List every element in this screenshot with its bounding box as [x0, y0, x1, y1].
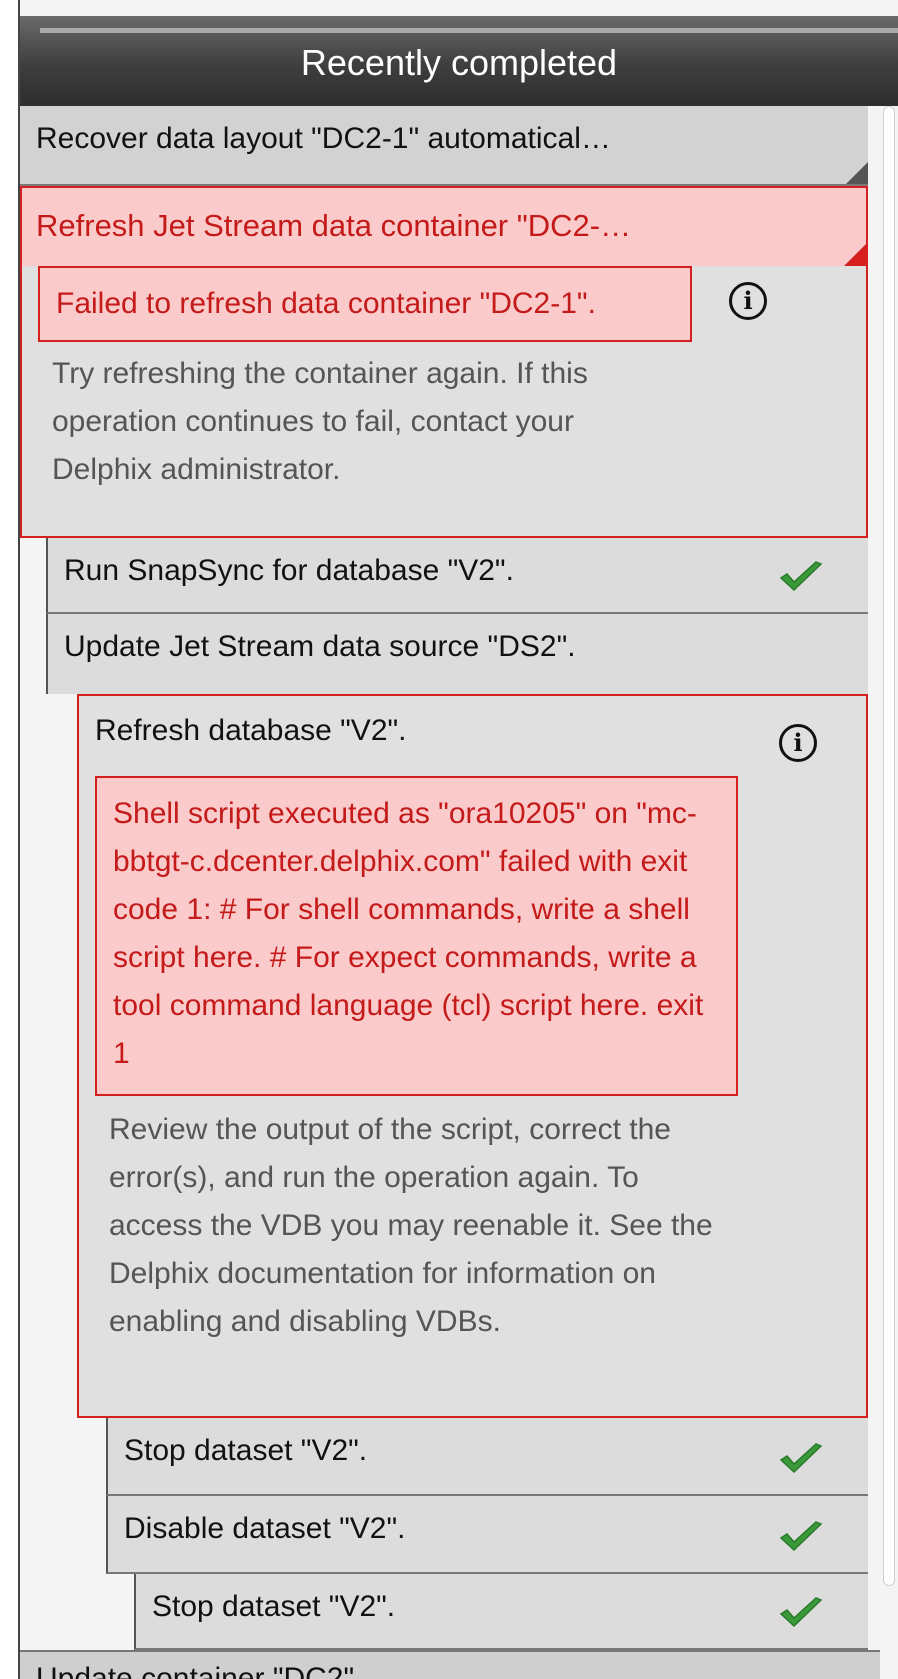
step-row[interactable]: Disable dataset "V2". [106, 1496, 868, 1574]
job-item-recover[interactable]: Recover data layout "DC2-1" automatical… [20, 106, 868, 186]
error-message: Failed to refresh data container "DC2-1"… [38, 266, 692, 342]
step-title: Refresh database "V2". [95, 714, 407, 747]
outer-border [0, 0, 19, 1679]
step-error-details: Refresh database "V2". i Shell script ex… [77, 694, 868, 1418]
scrollbar[interactable] [880, 106, 898, 1586]
check-icon [779, 1443, 823, 1474]
info-icon[interactable]: i [729, 282, 767, 320]
job-label: Refresh Jet Stream data container "DC2-… [36, 208, 632, 243]
step-label: Stop dataset "V2". [152, 1590, 396, 1623]
job-label: Update container "DC2". [36, 1662, 363, 1679]
check-icon [779, 1597, 823, 1628]
job-error-details: Failed to refresh data container "DC2-1"… [20, 266, 868, 538]
step-label: Update Jet Stream data source "DS2". [64, 630, 576, 663]
step-row[interactable]: Stop dataset "V2". [134, 1574, 868, 1650]
collapse-corner-icon [844, 244, 866, 266]
job-item-update-container[interactable]: Update container "DC2". [20, 1650, 880, 1679]
check-icon [779, 561, 823, 592]
step-row[interactable]: Stop dataset "V2". [106, 1418, 868, 1496]
step-label: Run SnapSync for database "V2". [64, 554, 514, 587]
step-label: Stop dataset "V2". [124, 1434, 368, 1467]
panel-header: Recently completed [20, 16, 898, 106]
error-help-text: Review the output of the script, correct… [109, 1113, 713, 1338]
check-icon [779, 1521, 823, 1552]
job-label: Recover data layout "DC2-1" automatical… [36, 122, 611, 155]
error-message: Shell script executed as "ora10205" on "… [95, 776, 738, 1096]
step-row[interactable]: Run SnapSync for database "V2". [46, 538, 868, 614]
header-divider [40, 28, 898, 33]
job-item-refresh-failed[interactable]: Refresh Jet Stream data container "DC2-… [20, 186, 868, 268]
step-label: Disable dataset "V2". [124, 1512, 406, 1545]
error-help-text: Try refreshing the container again. If t… [52, 357, 588, 486]
info-icon[interactable]: i [779, 724, 817, 762]
step-row[interactable]: Update Jet Stream data source "DS2". [46, 614, 868, 694]
panel-title: Recently completed [300, 42, 618, 83]
scrollbar-thumb[interactable] [883, 106, 895, 1586]
expand-corner-icon [846, 162, 868, 184]
